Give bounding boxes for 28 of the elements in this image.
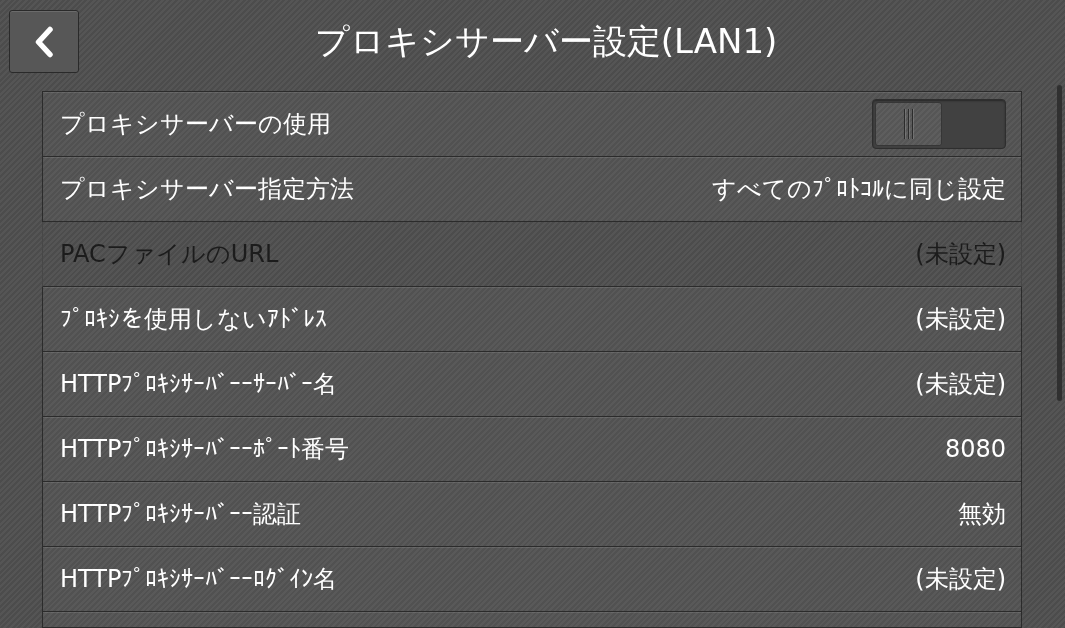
screen-title: プロキシサーバー設定(LAN1) (313, 19, 779, 63)
settings-row[interactable]: プロキシサーバーの使用 (42, 92, 1022, 157)
settings-row[interactable] (42, 612, 1022, 628)
settings-row[interactable]: ﾌﾟﾛｷｼを使用しないｱﾄﾞﾚｽ (未設定) (42, 287, 1022, 352)
setting-label: HTTPﾌﾟﾛｷｼｻｰﾊﾞｰｰﾛｸﾞｲﾝ名 (60, 564, 338, 595)
settings-row[interactable]: HTTPﾌﾟﾛｷｼｻｰﾊﾞｰｰ認証 無効 (42, 482, 1022, 547)
setting-label: HTTPﾌﾟﾛｷｼｻｰﾊﾞｰｰｻｰﾊﾞｰ名 (60, 369, 338, 400)
chevron-left-icon (34, 25, 54, 58)
setting-label: プロキシサーバー指定方法 (60, 174, 354, 205)
setting-value: 無効 (958, 499, 1006, 530)
setting-value: すべてのﾌﾟﾛﾄｺﾙに同じ設定 (712, 174, 1006, 205)
setting-value: (未設定) (915, 304, 1006, 335)
setting-value: (未設定) (915, 369, 1006, 400)
settings-row[interactable]: プロキシサーバー指定方法 すべてのﾌﾟﾛﾄｺﾙに同じ設定 (42, 157, 1022, 222)
setting-value: 8080 (944, 435, 1006, 463)
setting-label: HTTPﾌﾟﾛｷｼｻｰﾊﾞｰｰ認証 (60, 499, 302, 530)
settings-row[interactable]: HTTPﾌﾟﾛｷｼｻｰﾊﾞｰｰｻｰﾊﾞｰ名 (未設定) (42, 352, 1022, 417)
setting-label: HTTPﾌﾟﾛｷｼｻｰﾊﾞｰｰﾎﾟｰﾄ番号 (60, 434, 350, 465)
settings-row[interactable]: HTTPﾌﾟﾛｷｼｻｰﾊﾞｰｰﾛｸﾞｲﾝ名 (未設定) (42, 547, 1022, 612)
back-button[interactable] (9, 10, 79, 73)
setting-label: プロキシサーバーの使用 (60, 109, 331, 140)
scrollbar-thumb[interactable] (1057, 85, 1062, 401)
setting-value: (未設定) (915, 239, 1006, 270)
setting-label: PACファイルのURL (60, 239, 279, 270)
setting-label: ﾌﾟﾛｷｼを使用しないｱﾄﾞﾚｽ (60, 304, 327, 335)
toggle-switch[interactable] (872, 99, 1006, 149)
setting-value: (未設定) (915, 564, 1006, 595)
settings-row[interactable]: HTTPﾌﾟﾛｷｼｻｰﾊﾞｰｰﾎﾟｰﾄ番号 8080 (42, 417, 1022, 482)
